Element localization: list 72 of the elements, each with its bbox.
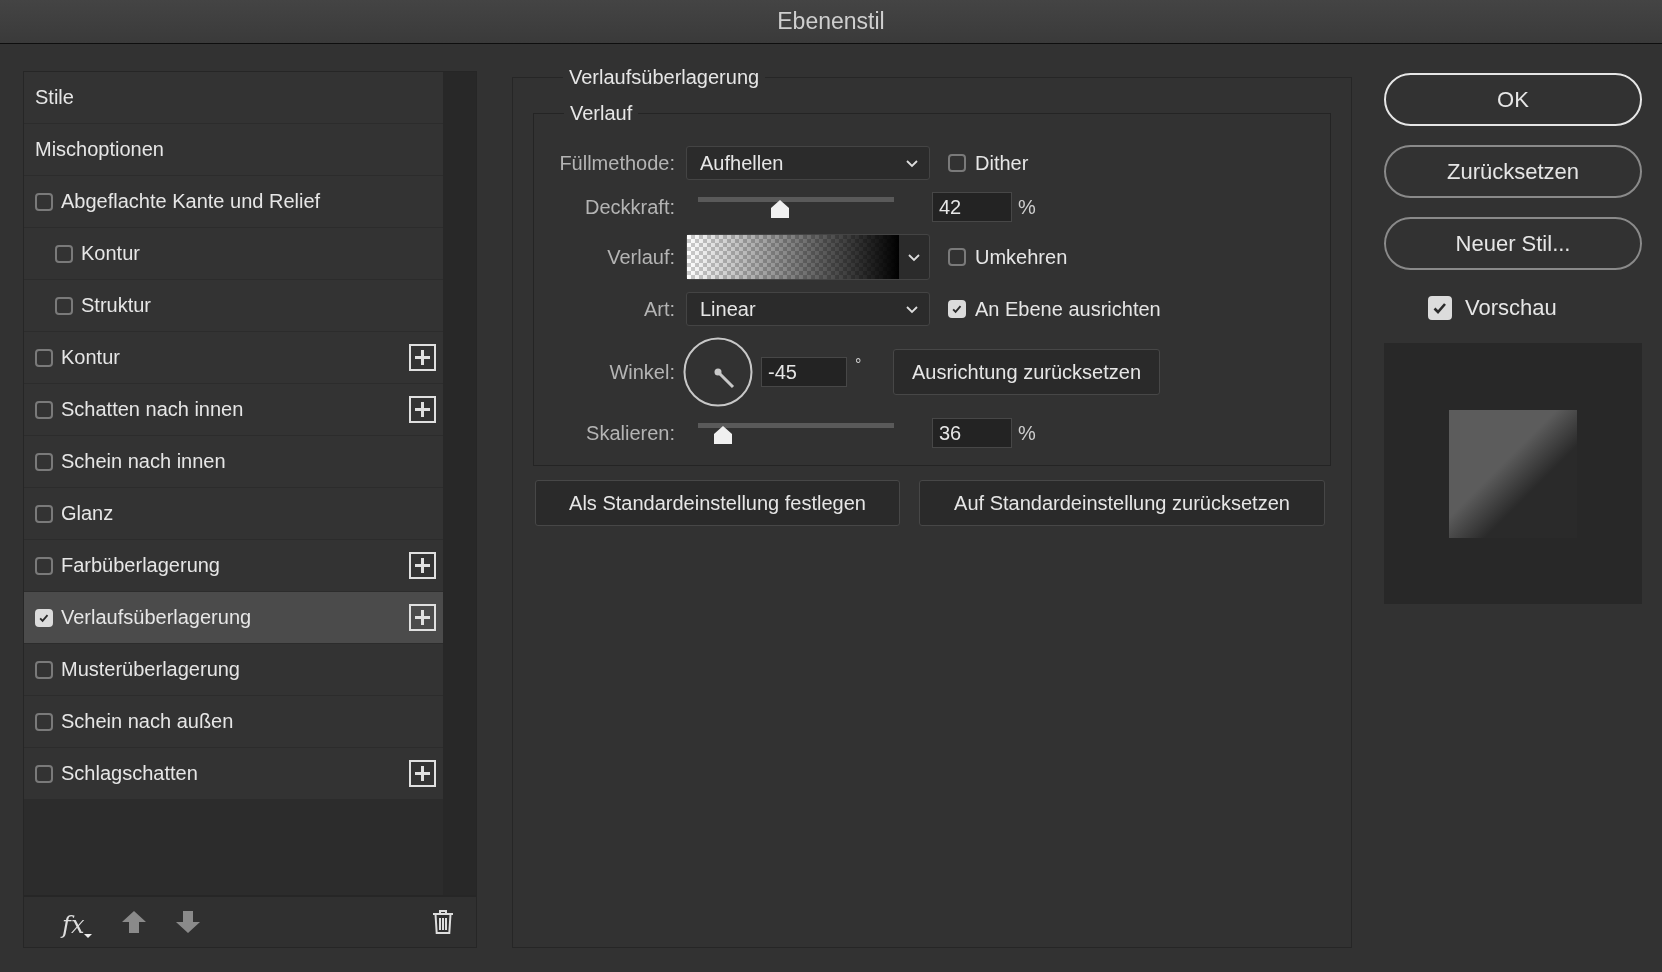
align-checkbox[interactable]: An Ebene ausrichten bbox=[948, 297, 1161, 321]
field-label: Winkel: bbox=[608, 360, 675, 384]
style-list-item[interactable]: Stile bbox=[24, 72, 443, 123]
opacity-field[interactable]: 42 bbox=[932, 192, 1012, 222]
chevron-down-icon bbox=[907, 252, 921, 262]
preview-checkbox[interactable]: Vorschau bbox=[1428, 293, 1642, 323]
style-list-item[interactable]: Kontur bbox=[24, 332, 443, 383]
slider-thumb[interactable] bbox=[713, 425, 734, 445]
add-icon[interactable] bbox=[409, 396, 436, 423]
checkbox[interactable] bbox=[55, 296, 73, 315]
style-list-item[interactable]: Farbüberlagerung bbox=[24, 540, 443, 591]
trash-icon[interactable] bbox=[432, 910, 454, 934]
move-down-icon[interactable] bbox=[176, 911, 201, 933]
checkbox[interactable] bbox=[35, 764, 53, 783]
checkbox[interactable] bbox=[35, 400, 53, 419]
checkbox[interactable] bbox=[35, 348, 53, 367]
dither-checkbox[interactable]: Dither bbox=[948, 151, 1029, 175]
default-settings-button[interactable]: Als Standardeinstellung festlegen bbox=[535, 480, 900, 526]
field-label: Skalieren: bbox=[585, 421, 675, 445]
add-icon[interactable] bbox=[409, 344, 436, 371]
slider-thumb[interactable] bbox=[770, 199, 791, 219]
style-dropdown[interactable]: Linear bbox=[686, 292, 930, 326]
field-label: Art: bbox=[642, 297, 675, 321]
checkbox[interactable] bbox=[948, 154, 966, 172]
checkbox[interactable] bbox=[35, 192, 53, 211]
scrollbar-track[interactable] bbox=[443, 72, 476, 895]
style-list-item[interactable]: Mischoptionen bbox=[24, 124, 443, 175]
field-label: Verlauf: bbox=[606, 245, 675, 269]
unit-label: % bbox=[1018, 195, 1036, 219]
add-icon[interactable] bbox=[409, 760, 436, 787]
checkbox[interactable] bbox=[948, 248, 966, 266]
style-list-item[interactable]: Verlaufsüberlagerung bbox=[24, 592, 443, 643]
style-list-item[interactable]: Kontur bbox=[24, 228, 443, 279]
style-list-item[interactable]: Struktur bbox=[24, 280, 443, 331]
style-list-item[interactable]: Schatten nach innen bbox=[24, 384, 443, 435]
blend-mode-dropdown[interactable]: Aufhellen bbox=[686, 146, 930, 180]
unit-label: ° bbox=[855, 356, 863, 374]
panel-title: Verlaufsüberlagerung bbox=[568, 65, 761, 89]
checkbox[interactable] bbox=[35, 660, 53, 679]
angle-field[interactable]: -45 bbox=[761, 357, 847, 387]
chevron-down-icon bbox=[905, 158, 919, 168]
window-title: Ebenenstil bbox=[777, 8, 885, 35]
gradient-picker[interactable] bbox=[686, 234, 930, 280]
dialog-button[interactable]: OK bbox=[1384, 73, 1642, 126]
caret-icon bbox=[84, 934, 93, 939]
reverse-checkbox[interactable]: Umkehren bbox=[948, 245, 1068, 269]
style-list-item[interactable]: Musterüberlagerung bbox=[24, 644, 443, 695]
checkbox[interactable] bbox=[35, 452, 53, 471]
checkbox[interactable] bbox=[55, 244, 73, 263]
field-label: Deckkraft: bbox=[583, 195, 675, 219]
default-settings-button[interactable]: Auf Standardeinstellung zurücksetzen bbox=[919, 480, 1325, 526]
style-list-item[interactable]: Schlagschatten bbox=[24, 748, 443, 799]
reset-alignment-button[interactable]: Ausrichtung zurücksetzen bbox=[893, 349, 1160, 395]
checkbox[interactable] bbox=[35, 712, 53, 731]
effects-menu-button[interactable]: fx bbox=[62, 905, 93, 939]
style-list-item[interactable]: Schein nach innen bbox=[24, 436, 443, 487]
scale-field[interactable]: 36 bbox=[932, 418, 1012, 448]
style-list-item[interactable]: Abgeflachte Kante und Relief bbox=[24, 176, 443, 227]
add-icon[interactable] bbox=[409, 604, 436, 631]
checkbox[interactable] bbox=[35, 556, 53, 575]
checkbox[interactable] bbox=[35, 504, 53, 523]
style-list-item[interactable]: Glanz bbox=[24, 488, 443, 539]
unit-label: % bbox=[1018, 421, 1036, 445]
style-list-item[interactable]: Schein nach außen bbox=[24, 696, 443, 747]
dialog-button[interactable]: Neuer Stil... bbox=[1384, 217, 1642, 270]
add-icon[interactable] bbox=[409, 552, 436, 579]
group-title: Verlauf bbox=[569, 101, 634, 125]
chevron-down-icon bbox=[905, 304, 919, 314]
field-label: Füllmethode: bbox=[558, 151, 675, 175]
move-up-icon[interactable] bbox=[122, 911, 147, 933]
dialog-button[interactable]: Zurücksetzen bbox=[1384, 145, 1642, 198]
angle-dial[interactable] bbox=[683, 337, 753, 407]
